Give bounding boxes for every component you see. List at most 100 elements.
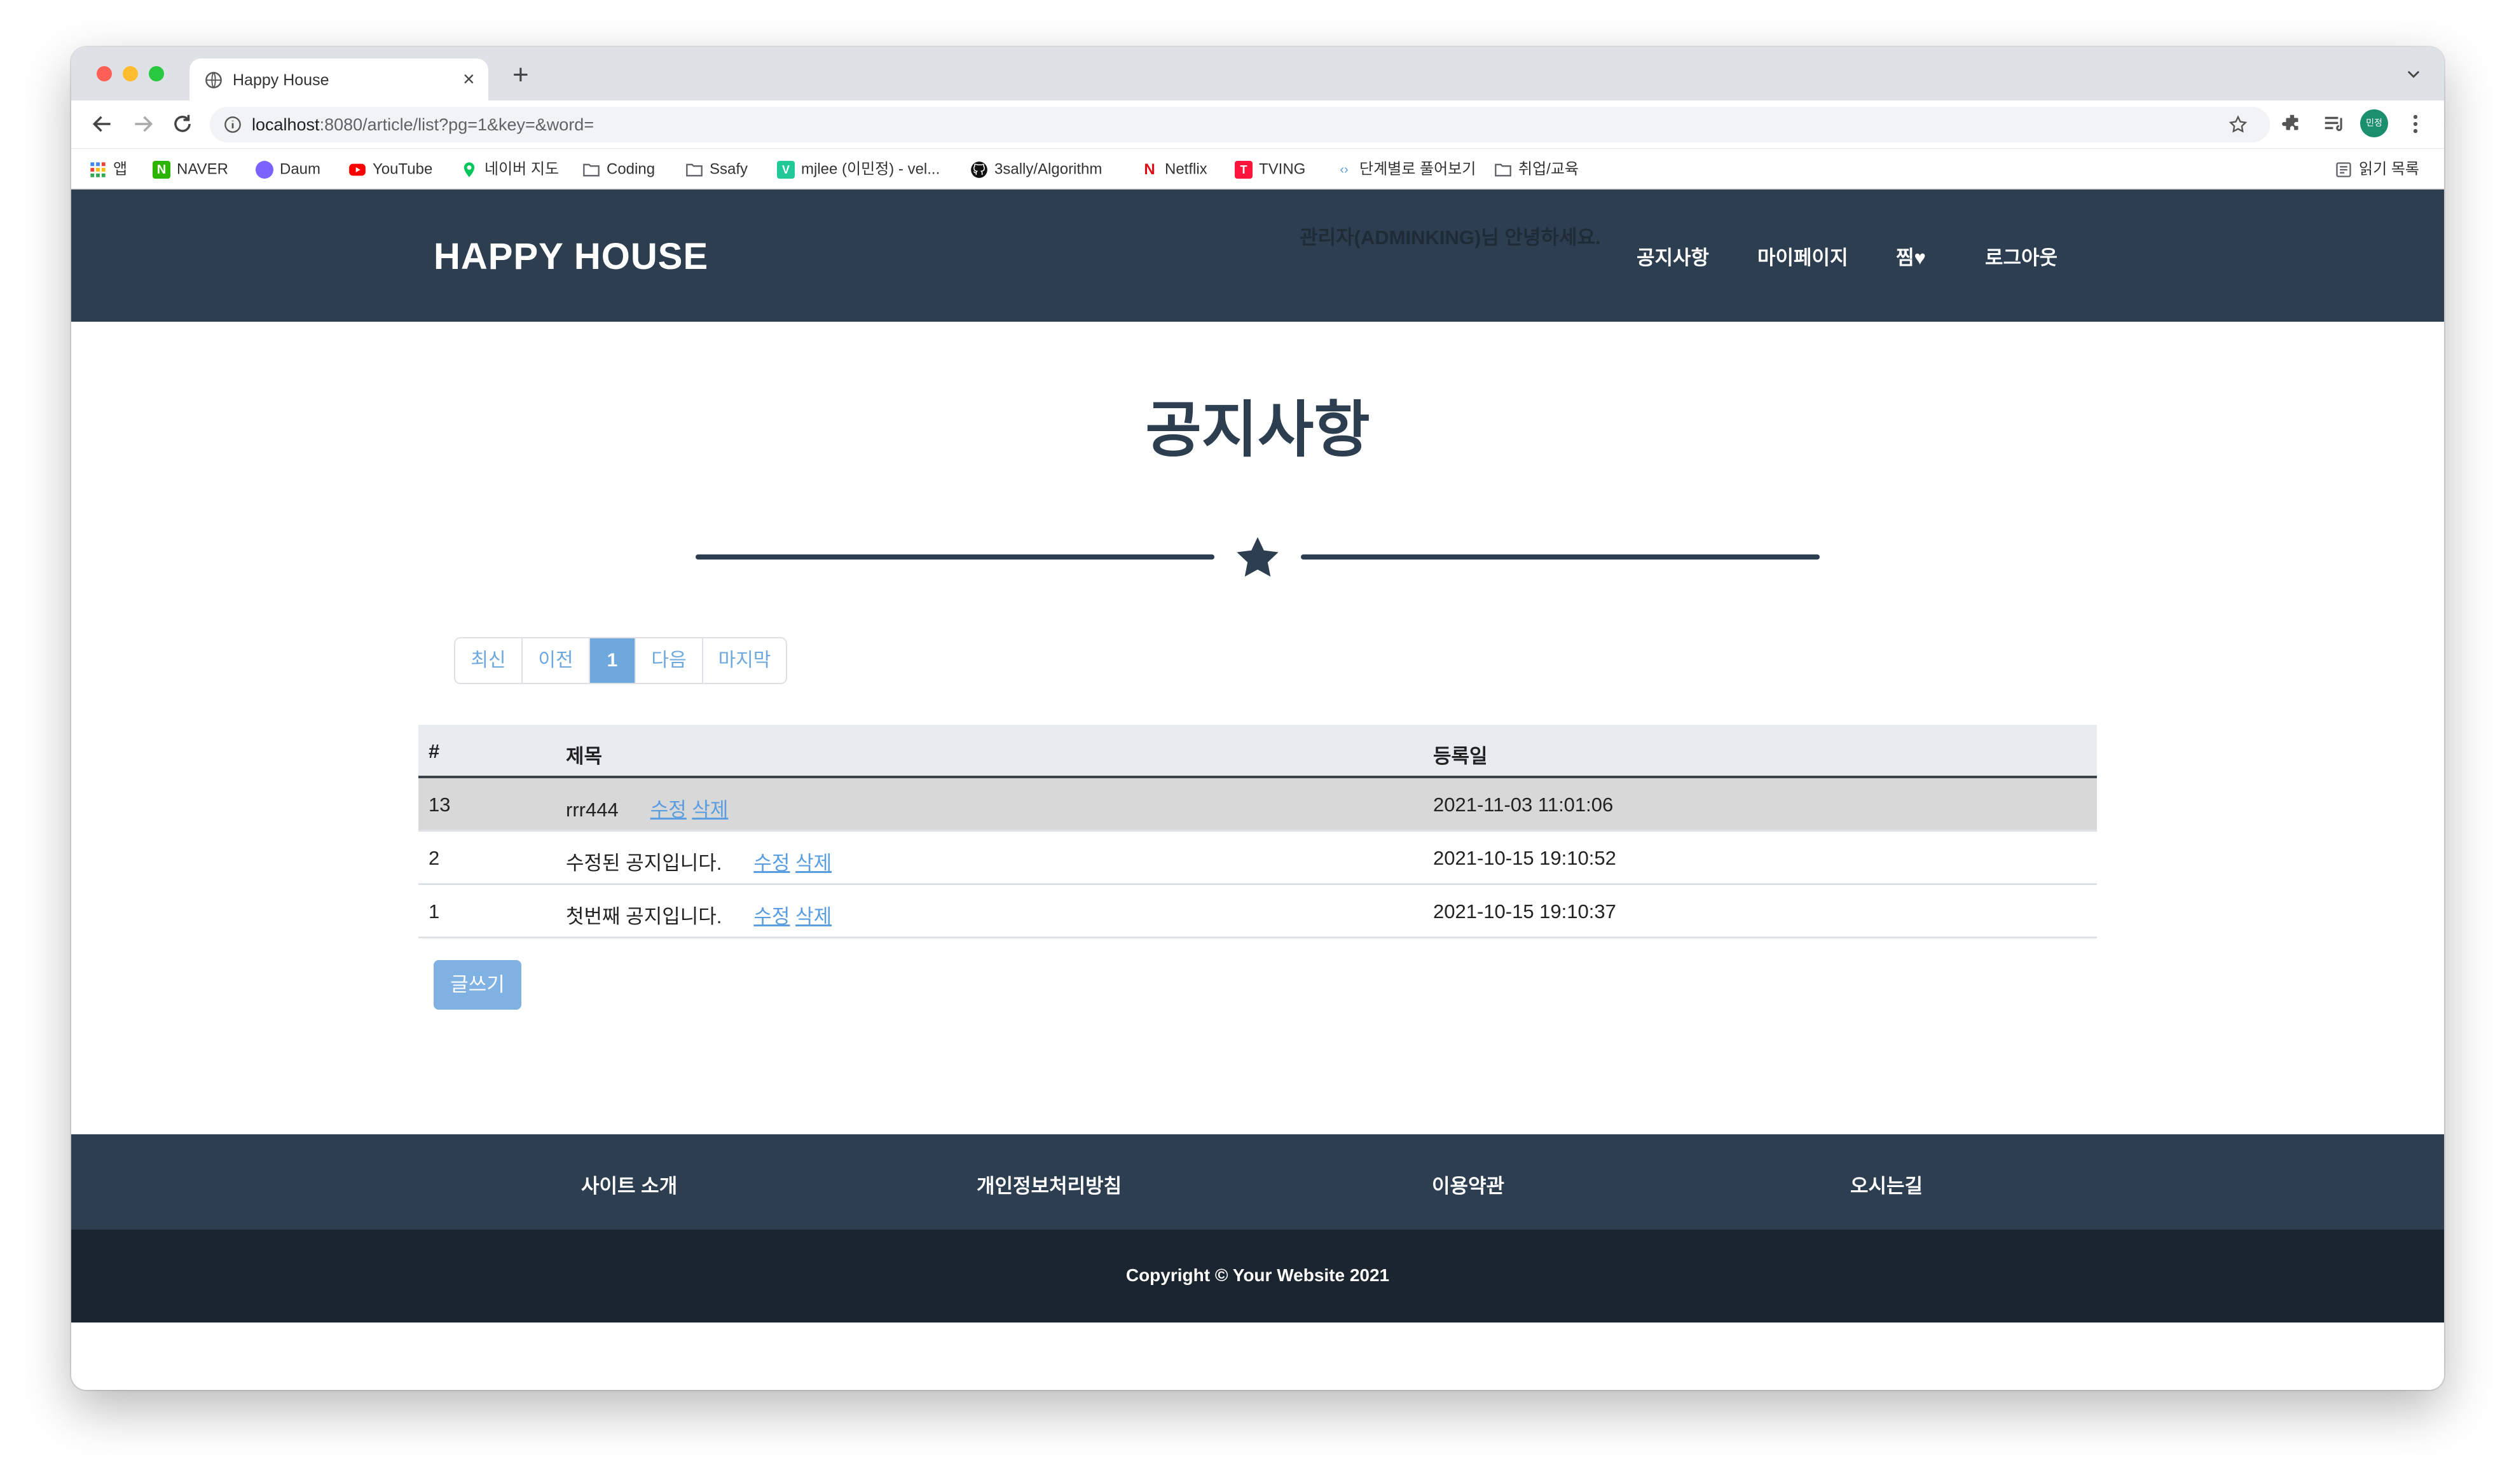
- naver-map-icon: [464, 161, 475, 177]
- bookmark-label: mjlee (이민정) - vel...: [801, 160, 940, 178]
- bookmark-naver-map[interactable]: 네이버 지도: [460, 158, 559, 181]
- url-path: :8080/article/list?pg=1&key=&word=: [319, 115, 594, 134]
- brand-logo[interactable]: HAPPY HOUSE: [434, 235, 708, 278]
- bookmark-github[interactable]: 3sally/Algorithm: [970, 158, 1102, 181]
- bookmark-youtube[interactable]: YouTube: [348, 158, 432, 181]
- new-tab-button[interactable]: +: [512, 61, 529, 89]
- page-prev-button[interactable]: 이전: [523, 638, 590, 683]
- extensions-puzzle-icon[interactable]: [2280, 112, 2304, 136]
- divider-line-right: [1301, 554, 1820, 560]
- page-current-button[interactable]: 1: [590, 638, 636, 683]
- globe-icon: [205, 72, 222, 88]
- bookmark-label: 앱: [113, 160, 128, 178]
- bookmark-star-icon[interactable]: [2228, 114, 2248, 135]
- naver-icon: N: [153, 160, 170, 179]
- header-date: 등록일: [1433, 745, 1488, 767]
- row-date: 2021-10-15 19:10:37: [1433, 900, 1616, 923]
- nav-mypage[interactable]: 마이페이지: [1757, 242, 1848, 270]
- more-vertical-icon[interactable]: [2403, 112, 2428, 136]
- bookmark-label: TVING: [1259, 160, 1306, 178]
- row-number: 1: [429, 900, 440, 923]
- tab-bar: Happy House × +: [71, 47, 2444, 100]
- pagination: 최신 이전 1 다음 마지막: [454, 637, 787, 684]
- browser-toolbar: localhost:8080/article/list?pg=1&key=&wo…: [71, 100, 2444, 149]
- minimize-window-button[interactable]: [123, 66, 138, 81]
- bookmark-coding[interactable]: Coding: [582, 158, 655, 181]
- back-arrow-icon[interactable]: [90, 112, 114, 136]
- browser-window: Happy House × + localhost:8080/article/l…: [71, 47, 2444, 1390]
- apps-grid-icon: [90, 161, 106, 177]
- heart-icon: ♥: [1914, 247, 1926, 269]
- table-row: 2 수정된 공지입니다. 수정 삭제 2021-10-15 19:10:52: [418, 832, 2097, 885]
- netflix-icon: N: [1141, 160, 1158, 179]
- media-queue-icon[interactable]: [2322, 112, 2346, 136]
- edit-link[interactable]: 수정: [650, 799, 687, 821]
- nav-notice[interactable]: 공지사항: [1637, 242, 1709, 270]
- bookmark-label: YouTube: [373, 160, 433, 178]
- row-subject: 수정된 공지입니다. 수정 삭제: [566, 847, 832, 876]
- site-navbar: HAPPY HOUSE 관리자(ADMINKING)님 안녕하세요. 공지사항 …: [71, 189, 2444, 322]
- bookmark-label: 취업/교육: [1518, 160, 1579, 178]
- bookmark-naver[interactable]: N NAVER: [153, 158, 228, 181]
- forward-arrow-icon[interactable]: [131, 112, 155, 136]
- bookmark-jobs[interactable]: 취업/교육: [1494, 158, 1579, 181]
- reading-list-icon: [2336, 161, 2351, 177]
- url-text: localhost:8080/article/list?pg=1&key=&wo…: [252, 115, 594, 135]
- table-row: 1 첫번째 공지입니다. 수정 삭제 2021-10-15 19:10:37: [418, 885, 2097, 938]
- bookmark-ssafy[interactable]: Ssafy: [685, 158, 748, 181]
- user-greeting: 관리자(ADMINKING)님 안녕하세요.: [1300, 226, 1601, 249]
- row-date: 2021-10-15 19:10:52: [1433, 847, 1616, 869]
- footer-directions-link[interactable]: 오시는길: [1850, 1170, 1923, 1199]
- edit-link[interactable]: 수정: [753, 905, 790, 928]
- footer-privacy-link[interactable]: 개인정보처리방침: [977, 1170, 1122, 1199]
- row-subject-link[interactable]: 첫번째 공지입니다.: [566, 905, 722, 928]
- write-post-button[interactable]: 글쓰기: [434, 960, 521, 1010]
- address-bar[interactable]: localhost:8080/article/list?pg=1&key=&wo…: [210, 107, 2270, 142]
- footer-copyright-bar: Copyright © Your Website 2021: [71, 1230, 2444, 1323]
- folder-icon: [1495, 163, 1511, 177]
- header-subject: 제목: [566, 745, 603, 767]
- row-subject-link[interactable]: rrr444: [566, 799, 619, 821]
- info-icon[interactable]: [224, 116, 242, 134]
- reading-list-label: 읽기 목록: [2359, 160, 2419, 178]
- bookmark-velog[interactable]: Vmjlee (이민정) - vel...: [777, 158, 940, 181]
- edit-link[interactable]: 수정: [753, 852, 790, 874]
- profile-avatar[interactable]: 민정: [2360, 109, 2388, 137]
- close-window-button[interactable]: [97, 66, 112, 81]
- tab-close-icon[interactable]: ×: [463, 67, 475, 90]
- page-first-button[interactable]: 최신: [455, 638, 523, 683]
- bookmark-label: Daum: [280, 160, 321, 178]
- notice-table: # 제목 등록일 13 rrr444 수정 삭제 2021-11-03 11:01…: [418, 725, 2097, 938]
- folder-icon: [583, 163, 600, 177]
- page-next-button[interactable]: 다음: [636, 638, 703, 683]
- footer-about-link[interactable]: 사이트 소개: [581, 1170, 677, 1199]
- bookmark-apps[interactable]: 앱: [89, 158, 127, 181]
- chevron-down-icon[interactable]: [2405, 65, 2422, 83]
- page-last-button[interactable]: 마지막: [703, 638, 786, 683]
- bookmark-daum[interactable]: Daum: [256, 158, 320, 181]
- maximize-window-button[interactable]: [149, 66, 164, 81]
- bookmark-netflix[interactable]: N Netflix: [1141, 158, 1207, 181]
- nav-logout[interactable]: 로그아웃: [1985, 242, 2057, 270]
- velog-icon: V: [777, 160, 795, 179]
- delete-link[interactable]: 삭제: [795, 905, 832, 928]
- reload-icon[interactable]: [170, 112, 195, 136]
- tving-icon: T: [1235, 160, 1253, 179]
- delete-link[interactable]: 삭제: [692, 799, 728, 821]
- youtube-icon: [349, 163, 366, 175]
- copyright-text: Copyright © Your Website 2021: [1125, 1265, 1390, 1285]
- bookmark-baekjoon[interactable]: ‹› 단계별로 풀어보기: [1335, 158, 1476, 181]
- table-header: # 제목 등록일: [418, 725, 2097, 778]
- footer-terms-link[interactable]: 이용약관: [1432, 1170, 1504, 1199]
- star-icon: [1237, 537, 1279, 577]
- row-subject-link[interactable]: 수정된 공지입니다.: [566, 852, 722, 874]
- reading-list-button[interactable]: 읽기 목록: [2335, 158, 2419, 181]
- browser-tab[interactable]: Happy House ×: [189, 58, 488, 100]
- nav-favorites[interactable]: 찜♥: [1896, 242, 1926, 270]
- bookmark-tving[interactable]: T TVING: [1235, 158, 1305, 181]
- table-row: 13 rrr444 수정 삭제 2021-11-03 11:01:06: [418, 778, 2097, 832]
- row-number: 2: [429, 847, 440, 869]
- row-number: 13: [429, 794, 451, 816]
- delete-link[interactable]: 삭제: [795, 852, 832, 874]
- row-subject: 첫번째 공지입니다. 수정 삭제: [566, 900, 832, 929]
